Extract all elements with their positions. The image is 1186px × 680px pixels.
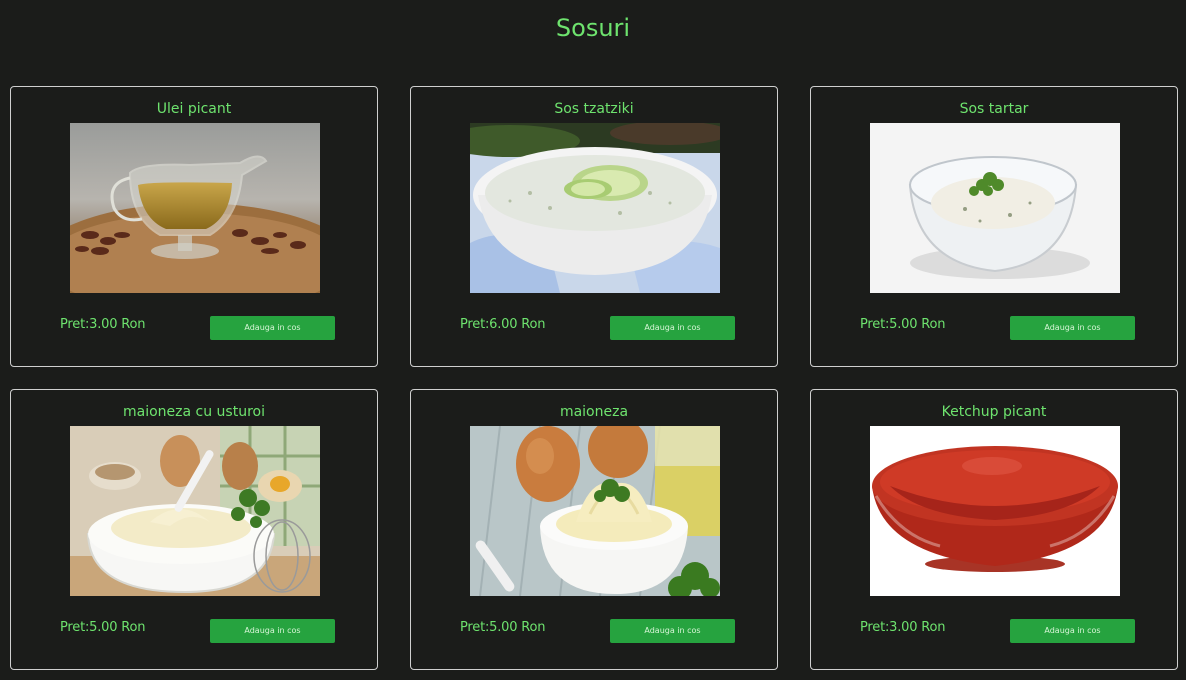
product-card-ketchup-picant: Ketchup picant Pret:3.00 Ron Adauga in c… — [810, 389, 1178, 670]
ketchup-bowl-image — [870, 426, 1120, 596]
product-title: Sos tzatziki — [554, 101, 634, 117]
product-title: Ketchup picant — [941, 404, 1047, 420]
product-price: Pret:5.00 Ron — [860, 317, 946, 332]
garlic-mayo-bowl-image — [70, 426, 320, 596]
product-price: Pret:5.00 Ron — [460, 620, 546, 635]
page-title: Sosuri — [555, 14, 631, 42]
product-title: Ulei picant — [156, 101, 232, 117]
product-title: maioneza cu usturoi — [123, 404, 265, 420]
add-to-cart-button[interactable]: Adauga in cos — [210, 619, 335, 643]
tartar-glass-bowl-image — [870, 123, 1120, 293]
product-title: maioneza — [559, 404, 629, 420]
add-to-cart-button[interactable]: Adauga in cos — [1010, 619, 1135, 643]
mayo-cup-eggs-image — [470, 426, 720, 596]
add-to-cart-button[interactable]: Adauga in cos — [1010, 316, 1135, 340]
product-price: Pret:6.00 Ron — [460, 317, 546, 332]
product-price: Pret:3.00 Ron — [860, 620, 946, 635]
product-price: Pret:3.00 Ron — [60, 317, 146, 332]
add-to-cart-button[interactable]: Adauga in cos — [610, 619, 735, 643]
product-price: Pret:5.00 Ron — [60, 620, 146, 635]
add-to-cart-button[interactable]: Adauga in cos — [210, 316, 335, 340]
oil-gravy-boat-image — [70, 123, 320, 293]
product-card-maioneza-cu-usturoi: maioneza cu usturoi Pret:5.00 Ron Adauga… — [10, 389, 378, 670]
product-card-sos-tartar: Sos tartar Pret:5.00 Ron Adauga in cos — [810, 86, 1178, 367]
product-card-ulei-picant: Ulei picant Pret:3.00 Ron Adauga in cos — [10, 86, 378, 367]
product-card-sos-tzatziki: Sos tzatziki Pret:6.00 Ron Adauga in cos — [410, 86, 778, 367]
product-card-maioneza: maioneza Pret:5.00 Ron Adauga in cos — [410, 389, 778, 670]
product-title: Sos tartar — [959, 101, 1029, 117]
tzatziki-bowl-image — [470, 123, 720, 293]
add-to-cart-button[interactable]: Adauga in cos — [610, 316, 735, 340]
